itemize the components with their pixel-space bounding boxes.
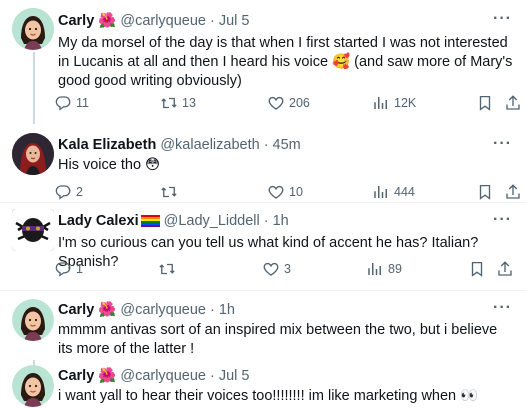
display-name[interactable]: Lady Calexi bbox=[58, 213, 139, 229]
reply-count: 11 bbox=[76, 96, 89, 110]
retweet-button[interactable]: 13 bbox=[160, 94, 196, 112]
bookmark-button[interactable] bbox=[476, 94, 494, 112]
display-name[interactable]: Carly bbox=[58, 13, 94, 29]
handle[interactable]: @carlyqueue bbox=[120, 368, 206, 384]
timestamp[interactable]: 1h bbox=[219, 302, 235, 318]
reply-button[interactable]: 1 bbox=[54, 260, 83, 278]
tweet[interactable]: Lady Calexi @Lady_Liddell · 1h ··· I'm s… bbox=[0, 203, 526, 289]
share-button[interactable] bbox=[504, 94, 522, 112]
views-button[interactable]: 89 bbox=[366, 260, 402, 278]
views-button[interactable]: 12K bbox=[372, 94, 416, 112]
retweet-button[interactable] bbox=[160, 183, 182, 201]
handle[interactable]: @carlyqueue bbox=[120, 302, 206, 318]
action-bar: 11 13 206 12K bbox=[54, 94, 520, 116]
more-icon[interactable]: ··· bbox=[493, 135, 512, 153]
handle[interactable]: @kalaelizabeth bbox=[160, 137, 259, 153]
display-name[interactable]: Kala Elizabeth bbox=[58, 137, 156, 153]
tweet-text: mmmm antivas sort of an inspired mix bet… bbox=[58, 322, 498, 357]
timestamp[interactable]: 1h bbox=[273, 213, 289, 229]
timestamp[interactable]: 45m bbox=[273, 137, 301, 153]
reply-button[interactable]: 11 bbox=[54, 94, 89, 112]
timestamp[interactable]: Jul 5 bbox=[219, 13, 250, 29]
tweet-text: My da morsel of the day is that when I f… bbox=[58, 35, 513, 89]
bookmark-button[interactable] bbox=[476, 183, 494, 201]
avatar[interactable] bbox=[12, 299, 54, 341]
more-icon[interactable]: ··· bbox=[493, 10, 512, 28]
display-name[interactable]: Carly bbox=[58, 368, 94, 384]
tweet-header: Lady Calexi @Lady_Liddell · 1h bbox=[58, 213, 289, 229]
like-count: 206 bbox=[289, 96, 310, 110]
like-count: 3 bbox=[284, 262, 291, 276]
reply-count: 1 bbox=[76, 262, 83, 276]
bookmark-button[interactable] bbox=[468, 260, 486, 278]
tweet-text: His voice tho 😳 bbox=[58, 157, 161, 173]
retweet-icon bbox=[158, 260, 176, 278]
separator: · bbox=[263, 137, 269, 153]
views-icon bbox=[372, 183, 390, 201]
heart-icon bbox=[267, 94, 285, 112]
retweet-icon bbox=[160, 94, 178, 112]
like-button[interactable]: 3 bbox=[262, 260, 291, 278]
reply-button[interactable]: 2 bbox=[54, 183, 83, 201]
more-icon[interactable]: ··· bbox=[493, 299, 512, 317]
views-icon bbox=[372, 94, 390, 112]
heart-icon bbox=[262, 260, 280, 278]
avatar[interactable] bbox=[12, 133, 54, 175]
flower-emoji: 🌺 bbox=[98, 302, 117, 318]
reply-icon bbox=[54, 94, 72, 112]
timestamp[interactable]: Jul 5 bbox=[219, 368, 250, 384]
action-bar: 1 3 89 bbox=[54, 260, 520, 282]
more-icon[interactable]: ··· bbox=[493, 211, 512, 229]
like-button[interactable]: 10 bbox=[267, 183, 303, 201]
views-icon bbox=[366, 260, 384, 278]
tweet[interactable]: Carly 🌺 @carlyqueue · Jul 5 ··· My da mo… bbox=[0, 0, 526, 125]
share-icon bbox=[504, 94, 522, 112]
tweet-text: i want yall to hear their voices too!!!!… bbox=[58, 388, 479, 404]
like-count: 10 bbox=[289, 185, 303, 199]
flower-emoji: 🌺 bbox=[98, 368, 117, 384]
separator: · bbox=[263, 213, 269, 229]
handle[interactable]: @carlyqueue bbox=[120, 13, 206, 29]
separator: · bbox=[210, 367, 215, 384]
share-icon bbox=[496, 260, 514, 278]
display-name[interactable]: Carly bbox=[58, 302, 94, 318]
handle[interactable]: @Lady_Liddell bbox=[164, 213, 260, 229]
heart-icon bbox=[267, 183, 285, 201]
views-count: 12K bbox=[394, 96, 417, 110]
avatar[interactable] bbox=[12, 209, 54, 251]
tweet[interactable]: Carly 🌺 @carlyqueue · Jul 5 i want yall … bbox=[0, 357, 526, 408]
tweet-header: Carly 🌺 @carlyqueue · 1h bbox=[58, 301, 235, 319]
share-button[interactable] bbox=[496, 260, 514, 278]
share-icon bbox=[504, 183, 522, 201]
separator: · bbox=[210, 12, 215, 29]
tweet[interactable]: Carly 🌺 @carlyqueue · 1h ··· mmmm antiva… bbox=[0, 291, 526, 357]
retweet-button[interactable] bbox=[158, 260, 180, 278]
views-button[interactable]: 444 bbox=[372, 183, 415, 201]
views-count: 444 bbox=[394, 185, 415, 199]
bookmark-icon bbox=[468, 260, 486, 278]
reply-icon bbox=[54, 183, 72, 201]
reply-count: 2 bbox=[76, 185, 83, 199]
bookmark-icon bbox=[476, 183, 494, 201]
bookmark-icon bbox=[476, 94, 494, 112]
rainbow-flag-icon bbox=[140, 215, 160, 227]
tweet-header: Carly 🌺 @carlyqueue · Jul 5 bbox=[58, 367, 250, 385]
tweet-header: Carly 🌺 @carlyqueue · Jul 5 bbox=[58, 12, 250, 30]
separator: · bbox=[210, 301, 215, 318]
retweet-icon bbox=[160, 183, 178, 201]
share-button[interactable] bbox=[504, 183, 522, 201]
tweet-header: Kala Elizabeth @kalaelizabeth · 45m bbox=[58, 137, 301, 153]
avatar[interactable] bbox=[12, 365, 54, 407]
flower-emoji: 🌺 bbox=[98, 13, 117, 29]
tweet[interactable]: Kala Elizabeth @kalaelizabeth · 45m ··· … bbox=[0, 125, 526, 201]
like-button[interactable]: 206 bbox=[267, 94, 310, 112]
avatar[interactable] bbox=[12, 8, 54, 50]
retweet-count: 13 bbox=[182, 96, 196, 110]
reply-icon bbox=[54, 260, 72, 278]
views-count: 89 bbox=[388, 262, 402, 276]
